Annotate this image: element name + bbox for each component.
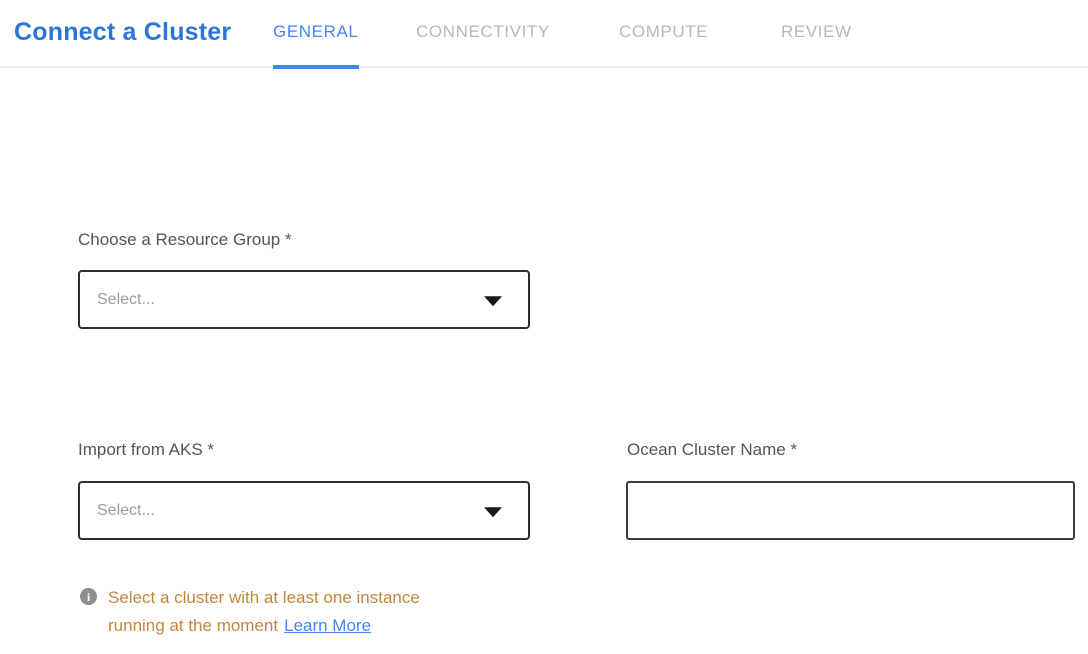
tab-review[interactable]: REVIEW xyxy=(781,22,852,42)
import-aks-select-placeholder: Select... xyxy=(97,502,155,520)
resource-group-select-placeholder: Select... xyxy=(97,291,155,309)
info-note: Select a cluster with at least one insta… xyxy=(108,584,498,640)
tab-connectivity[interactable]: CONNECTIVITY xyxy=(416,22,550,42)
info-icon: i xyxy=(80,588,97,605)
import-aks-label: Import from AKS * xyxy=(78,440,214,460)
tab-compute[interactable]: COMPUTE xyxy=(619,22,708,42)
active-tab-underline xyxy=(273,65,359,69)
resource-group-label: Choose a Resource Group * xyxy=(78,230,292,250)
note-text-line2: running at the moment xyxy=(108,616,278,635)
tab-general[interactable]: GENERAL xyxy=(273,22,358,42)
ocean-cluster-name-input[interactable] xyxy=(626,481,1075,540)
resource-group-select[interactable]: Select... xyxy=(78,270,530,329)
import-aks-select[interactable]: Select... xyxy=(78,481,530,540)
wizard-header: Connect a Cluster GENERAL CONNECTIVITY C… xyxy=(0,0,1088,68)
note-text-line1: Select a cluster with at least one insta… xyxy=(108,588,420,607)
chevron-down-icon xyxy=(484,296,502,306)
ocean-cluster-name-label: Ocean Cluster Name * xyxy=(627,440,797,460)
chevron-down-icon xyxy=(484,507,502,517)
connect-cluster-page: Connect a Cluster GENERAL CONNECTIVITY C… xyxy=(0,0,1088,654)
page-title: Connect a Cluster xyxy=(14,18,231,47)
learn-more-link[interactable]: Learn More xyxy=(284,616,371,635)
